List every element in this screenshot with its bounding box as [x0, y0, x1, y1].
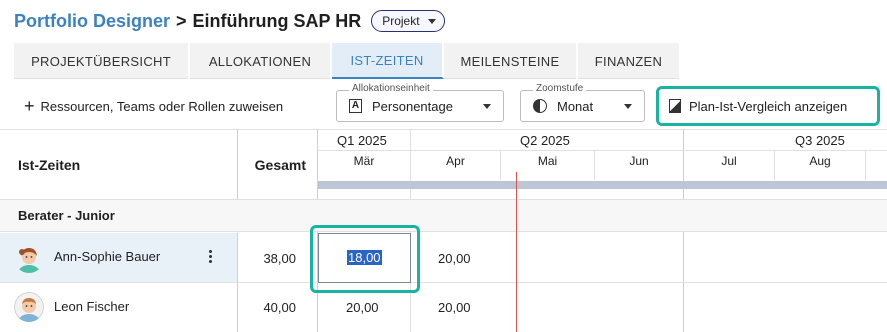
grid-divider [317, 150, 887, 151]
allocation-unit-select[interactable]: Allokationseinheit A Personentage [336, 83, 504, 122]
tab-label: MEILENSTEINE [460, 53, 560, 69]
quarter-label: Q2 2025 [520, 133, 570, 148]
time-cell-input[interactable]: 18,00 [318, 233, 411, 283]
chevron-down-icon [483, 104, 491, 109]
half-circle-icon [533, 99, 547, 113]
month-label: Apr [446, 154, 465, 168]
letter-a-box-icon: A [349, 99, 362, 113]
allocation-unit-legend: Allokationseinheit [349, 83, 433, 94]
row-total: 40,00 [263, 300, 296, 315]
project-timeline-bar [318, 181, 887, 189]
row-total: 38,00 [263, 251, 296, 266]
add-resources-label: Ressourcen, Teams oder Rollen zuweisen [40, 98, 284, 114]
chevron-down-icon [427, 18, 436, 24]
month-label: Mär [353, 154, 375, 168]
zoom-level-select[interactable]: Zoomstufe Monat [520, 83, 645, 122]
compare-icon [669, 99, 681, 113]
page-title: Einführung SAP HR [192, 10, 362, 31]
grid-divider [0, 129, 887, 130]
column-header-name: Ist-Zeiten [18, 157, 81, 173]
zoom-level-legend: Zoomstufe [533, 83, 587, 94]
tab-ist-zeiten[interactable]: IST-ZEITEN [332, 43, 444, 79]
breadcrumb-separator: > [176, 10, 187, 31]
breadcrumb-app-link[interactable]: Portfolio Designer [14, 11, 170, 32]
tab-bar: PROJEKTÜBERSICHT ALLOKATIONEN IST-ZEITEN… [14, 43, 681, 79]
chevron-down-icon [624, 104, 632, 109]
tab-label: PROJEKTÜBERSICHT [31, 53, 171, 69]
tab-label: FINANZEN [594, 53, 663, 69]
plus-icon: + [24, 96, 35, 116]
tab-projektuebersicht[interactable]: PROJEKTÜBERSICHT [14, 43, 190, 79]
grid-divider [0, 282, 887, 283]
month-label: Mai [537, 154, 558, 168]
month-label: Jul [721, 154, 737, 168]
group-row [0, 199, 887, 232]
tab-finanzen[interactable]: FINANZEN [578, 43, 681, 79]
add-resources-button[interactable]: + Ressourcen, Teams oder Rollen zuweisen [24, 96, 283, 116]
time-cell[interactable]: 20,00 [438, 300, 471, 315]
tab-allokationen[interactable]: ALLOKATIONEN [190, 43, 332, 79]
project-type-dropdown[interactable]: Projekt [371, 10, 445, 32]
month-label: Aug [809, 154, 831, 168]
quarter-label: Q3 2025 [795, 133, 845, 148]
project-type-label: Projekt [382, 14, 420, 28]
breadcrumb: Portfolio Designer > Einführung SAP HR P… [14, 8, 445, 34]
quarter-label: Q1 2025 [337, 133, 387, 148]
person-name[interactable]: Ann-Sophie Bauer [54, 249, 160, 264]
time-cell[interactable]: 20,00 [438, 251, 471, 266]
today-marker-line [516, 172, 517, 332]
compare-button-label: Plan-Ist-Vergleich anzeigen [689, 98, 848, 114]
column-header-total: Gesamt [254, 157, 306, 173]
grid-divider [237, 233, 238, 332]
avatar [14, 292, 44, 322]
zoom-level-value: Monat [557, 98, 594, 114]
person-name[interactable]: Leon Fischer [54, 299, 129, 314]
row-menu-icon[interactable] [209, 250, 213, 263]
allocation-unit-value: Personentage [372, 98, 453, 114]
plan-actual-compare-button[interactable]: Plan-Ist-Vergleich anzeigen [656, 86, 880, 126]
tab-label: IST-ZEITEN [350, 52, 424, 68]
time-cell-value: 18,00 [347, 250, 382, 265]
grid-divider [237, 129, 238, 199]
tab-meilensteine[interactable]: MEILENSTEINE [444, 43, 578, 79]
month-label: Jun [629, 154, 649, 168]
group-label: Berater - Junior [18, 208, 115, 223]
avatar [14, 243, 44, 273]
tab-label: ALLOKATIONEN [208, 53, 312, 69]
time-cell[interactable]: 20,00 [346, 300, 379, 315]
grid-divider [865, 150, 866, 180]
